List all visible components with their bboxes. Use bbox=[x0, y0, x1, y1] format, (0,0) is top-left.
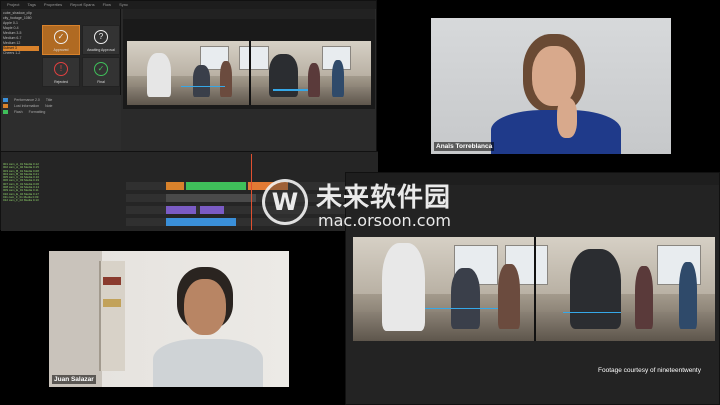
clip-row[interactable]: 012 cam_F_02 Media 0.13 bbox=[3, 198, 119, 202]
clip-list: 001 cam_A_01 Media 0.12 002 cam_A_02 Med… bbox=[1, 162, 121, 230]
participant-name: Juan Salazar bbox=[52, 375, 96, 384]
menu-project[interactable]: Project bbox=[7, 1, 19, 9]
check-icon: ✓ bbox=[54, 30, 68, 45]
menu-properties[interactable]: Properties bbox=[44, 1, 62, 9]
clip[interactable] bbox=[248, 182, 288, 190]
bin-panel: cube_shadow_clip city_footage_1080 Apple… bbox=[1, 9, 121, 159]
webcam-feed bbox=[431, 18, 671, 154]
menu-report-spans[interactable]: Report Spans bbox=[70, 1, 94, 9]
bin-list: cube_shadow_clip city_footage_1080 Apple… bbox=[1, 9, 41, 69]
bin-item[interactable]: Cheers 1-2 bbox=[3, 51, 39, 56]
menu-flow[interactable]: Flow bbox=[103, 1, 111, 9]
timeline-panel: 001 cam_A_01 Media 0.12 002 cam_A_02 Med… bbox=[1, 151, 378, 231]
footage-frame bbox=[353, 237, 715, 341]
participant-name: Anaïs Torreblanca bbox=[434, 142, 495, 151]
status-tile-final[interactable]: ✓ Final bbox=[82, 57, 120, 87]
clip[interactable] bbox=[166, 218, 236, 226]
clip[interactable] bbox=[186, 182, 246, 190]
footage-frame bbox=[127, 41, 371, 105]
screen: Project Tags Properties Report Spans Flo… bbox=[0, 0, 720, 405]
footage-credit: Footage courtesy of nineteentwenty bbox=[598, 367, 701, 374]
clip[interactable] bbox=[166, 182, 184, 190]
menu-sync[interactable]: Sync bbox=[119, 1, 128, 9]
clip[interactable] bbox=[166, 194, 256, 202]
source-viewer bbox=[123, 19, 375, 109]
color-swatch bbox=[3, 98, 8, 102]
property-value: Note bbox=[45, 104, 53, 108]
status-tile-awaiting[interactable]: ? Awaiting Approval bbox=[82, 25, 120, 55]
menu-tags[interactable]: Tags bbox=[27, 1, 35, 9]
status-tile-label: Rejected bbox=[54, 80, 68, 84]
alert-icon: ! bbox=[54, 62, 68, 77]
property-value: Formatting bbox=[28, 110, 46, 114]
status-tile-approved[interactable]: ✓ Approved bbox=[42, 25, 80, 55]
clip[interactable] bbox=[200, 206, 224, 214]
property-row[interactable]: Flash Formatting bbox=[3, 109, 119, 115]
check-icon: ✓ bbox=[94, 62, 108, 77]
status-tile-label: Approved bbox=[53, 48, 69, 52]
webcam-feed bbox=[49, 251, 289, 387]
status-grid: ✓ Approved ? Awaiting Approval ! Rejecte… bbox=[42, 25, 120, 87]
viewer-toolbar bbox=[346, 173, 719, 185]
playhead[interactable] bbox=[251, 154, 252, 230]
property-name: Performance 2.0 bbox=[14, 98, 40, 102]
property-value: Title bbox=[45, 98, 53, 102]
editor-menubar: Project Tags Properties Report Spans Flo… bbox=[1, 1, 376, 9]
property-name: Lost Information bbox=[14, 104, 40, 108]
question-icon: ? bbox=[94, 30, 108, 45]
property-name: Flash bbox=[14, 110, 23, 114]
participant-tile[interactable]: Anaïs Torreblanca bbox=[431, 18, 671, 154]
status-tile-rejected[interactable]: ! Rejected bbox=[42, 57, 80, 87]
participant-tile[interactable]: Juan Salazar bbox=[49, 251, 289, 387]
editor-window: Project Tags Properties Report Spans Flo… bbox=[0, 0, 378, 231]
status-tile-label: Awaiting Approval bbox=[87, 48, 115, 52]
status-tile-label: Final bbox=[97, 80, 105, 84]
clip[interactable] bbox=[166, 206, 196, 214]
viewer-toolbar bbox=[123, 9, 375, 19]
color-swatch bbox=[3, 104, 8, 108]
properties-panel: Performance 2.0 Title Lost Information N… bbox=[1, 95, 121, 159]
color-swatch bbox=[3, 110, 8, 114]
